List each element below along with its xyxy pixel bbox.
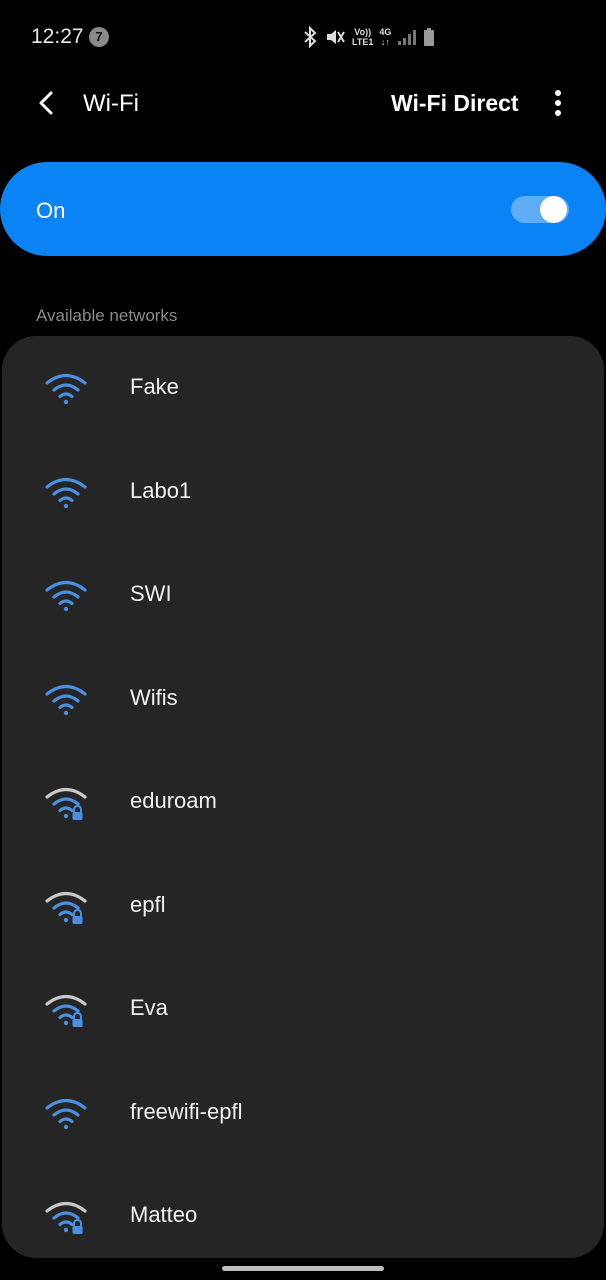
wifi-open-icon <box>45 1098 87 1129</box>
wifi-lock-icon <box>45 787 87 820</box>
available-networks-header: Available networks <box>36 306 178 325</box>
more-vert-icon <box>555 90 561 116</box>
wifi-switch[interactable] <box>511 196 569 223</box>
more-options-button[interactable] <box>548 88 568 118</box>
network-item[interactable]: SWI <box>2 543 604 646</box>
network-item[interactable]: Fake <box>2 336 604 439</box>
network-name: epfl <box>130 891 166 917</box>
network-type-indicator: 4G ↓↑ <box>379 27 392 47</box>
network-item[interactable]: freewifi-epfl <box>2 1061 604 1164</box>
network-item[interactable]: Matteo <box>2 1164 604 1258</box>
page-title: Wi-Fi <box>83 90 139 117</box>
wifi-open-icon <box>45 373 87 405</box>
network-name: Wifis <box>130 684 178 710</box>
network-item[interactable]: Labo1 <box>2 440 604 543</box>
network-name: Fake <box>130 374 179 399</box>
navigation-handle[interactable] <box>222 1266 384 1271</box>
network-item[interactable]: Eva <box>2 957 604 1060</box>
wifi-open-icon <box>45 477 87 508</box>
battery-icon <box>423 27 435 47</box>
network-name: freewifi-epfl <box>130 1098 243 1124</box>
network-name: SWI <box>130 581 172 606</box>
status-bar: 12:27 7 Vo)) LTE1 4G ↓↑ <box>0 0 606 72</box>
back-button[interactable] <box>30 86 64 120</box>
mute-icon <box>324 26 346 48</box>
volte-indicator: Vo)) LTE1 <box>352 27 374 47</box>
notification-count-badge: 7 <box>89 27 109 47</box>
bluetooth-icon <box>302 26 318 48</box>
back-arrow-icon <box>39 91 53 115</box>
network-item[interactable]: Wifis <box>2 647 604 750</box>
status-time: 12:27 <box>31 25 84 48</box>
switch-knob <box>540 196 567 223</box>
wifi-lock-icon <box>45 1201 87 1234</box>
wifi-lock-icon <box>45 891 87 924</box>
wifi-master-toggle[interactable]: On <box>0 162 606 256</box>
status-icons: Vo)) LTE1 4G ↓↑ <box>302 24 435 50</box>
signal-icon <box>397 28 417 46</box>
network-list: Fake Labo1 SWI Wifis eduroam epfl Eva fr… <box>2 336 604 1258</box>
wifi-direct-button[interactable]: Wi-Fi Direct <box>391 90 519 117</box>
network-item[interactable]: eduroam <box>2 750 604 853</box>
wifi-open-icon <box>45 580 87 612</box>
network-name: Eva <box>130 995 168 1020</box>
network-name: eduroam <box>130 788 217 813</box>
network-item[interactable]: epfl <box>2 854 604 957</box>
wifi-open-icon <box>45 684 87 715</box>
network-name: Matteo <box>130 1202 198 1227</box>
network-name: Labo1 <box>130 477 192 503</box>
wifi-lock-icon <box>45 994 87 1027</box>
app-bar: Wi-Fi Wi-Fi Direct <box>0 72 606 136</box>
toggle-label: On <box>36 198 66 223</box>
